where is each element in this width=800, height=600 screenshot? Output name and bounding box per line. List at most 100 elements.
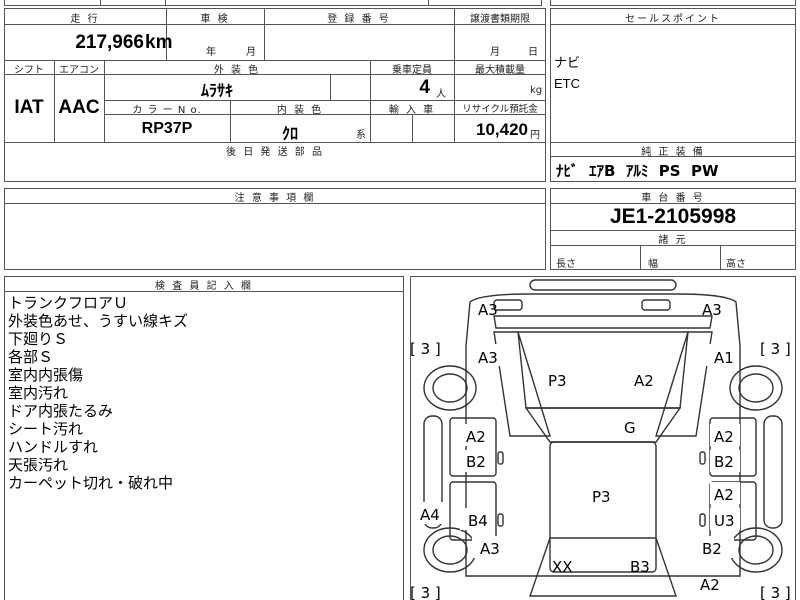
width-label: 幅 <box>648 259 658 270</box>
inspector-note: ドア内張たるみ <box>8 402 114 420</box>
divider <box>264 8 265 60</box>
transfer-month: 月 <box>490 47 500 58</box>
registration-label: 登 録 番 号 <box>327 14 391 25</box>
mileage-value: 217,966 <box>75 32 144 53</box>
chassis-label: 車 台 番 号 <box>641 193 705 204</box>
bracket-right-top: [ 3 ] <box>760 340 791 358</box>
inspector-note: 天張汚れ <box>8 456 69 474</box>
damage-mark-right-rear-door: A2 <box>714 428 734 446</box>
damage-mark-left-step: A4 <box>420 506 440 524</box>
damage-mark-right-front-door-u: U3 <box>714 512 735 530</box>
damage-mark-rear-glass-right: A2 <box>634 372 654 390</box>
inspector-note: 室内内張傷 <box>8 366 84 384</box>
length-label: 長さ <box>556 259 576 270</box>
door-handle <box>497 513 504 527</box>
inspector-note: 各部Ｓ <box>8 348 54 366</box>
roof-outline <box>524 407 682 443</box>
divider <box>165 0 166 6</box>
shift-label: シフト <box>14 65 44 76</box>
chassis-value: JE1-2105998 <box>609 205 737 228</box>
damage-mark-rear-glass-left: P3 <box>548 372 567 390</box>
divider <box>550 203 796 204</box>
rear-trim <box>493 315 713 329</box>
divider <box>370 60 371 100</box>
caution-label: 注 意 事 項 欄 <box>234 193 316 204</box>
divider <box>640 245 641 270</box>
max-load-label: 最大積載量 <box>475 65 525 76</box>
damage-mark-windshield-right: B3 <box>630 558 650 576</box>
inspector-note: 外装色あせ、うすい線キズ <box>8 312 189 330</box>
inspector-note: カーペット切れ・破れ中 <box>8 474 174 492</box>
interior-suffix: 系 <box>356 130 366 141</box>
color-no-value: RP37P <box>141 120 193 137</box>
recycle-unit: 円 <box>530 130 540 141</box>
inspector-note: トランクフロアＵ <box>8 294 129 312</box>
capacity-unit: 人 <box>436 89 446 100</box>
divider <box>720 245 721 270</box>
damage-mark-left-front-fender: A3 <box>480 540 500 558</box>
damage-mark-right-rear-fender: A1 <box>714 349 734 367</box>
divider <box>428 0 429 6</box>
rear-lamp-left <box>493 299 523 311</box>
rear-lamp-right <box>641 299 671 311</box>
wheel-front-left-inner <box>432 535 468 565</box>
mileage-label: 走 行 <box>70 14 100 25</box>
inspector-note: ハンドルすれ <box>8 438 99 456</box>
later-parts-content <box>4 156 546 182</box>
door-handle <box>699 513 706 527</box>
roof-panel <box>549 441 657 573</box>
divider <box>550 156 796 157</box>
max-load-unit: kg <box>530 85 543 96</box>
capacity-label: 乗車定員 <box>392 65 432 76</box>
inspector-label: 検 査 員 記 入 欄 <box>155 281 253 292</box>
divider <box>550 24 796 25</box>
interior-color-label: 内 装 色 <box>276 105 324 116</box>
height-label: 高さ <box>726 259 746 270</box>
inspection-month: 月 <box>246 47 256 58</box>
door-handle <box>497 451 504 465</box>
inspection-year: 年 <box>206 47 216 58</box>
wheel-rear-right-inner <box>738 373 774 403</box>
damage-mark-rear-right: A3 <box>702 301 722 319</box>
capacity-value: 4 <box>419 77 430 98</box>
car-diagram: A3 A3 [ 3 ] [ 3 ] A3 A1 P3 A2 G A2 B2 A2… <box>410 279 791 600</box>
door-handle <box>699 451 706 465</box>
damage-mark-roof-center: P3 <box>592 488 611 506</box>
wheel-rear-left-inner <box>432 373 468 403</box>
bracket-left-top: [ 3 ] <box>410 340 441 358</box>
damage-mark-left-rear-door-b: B2 <box>466 453 486 471</box>
rear-glass <box>517 331 689 409</box>
recycle-label: リサイクル預託金 <box>462 104 538 115</box>
damage-mark-right-rear-door-b: B2 <box>714 453 734 471</box>
exterior-color-value: ﾑﾗｻｷ <box>200 81 233 100</box>
body-outline <box>465 293 741 577</box>
wheel-front-right-inner <box>738 535 774 565</box>
damage-mark-windshield-left: XX <box>552 558 573 576</box>
divider <box>4 203 546 204</box>
divider <box>412 114 413 143</box>
damage-mark-roof: G <box>624 419 636 437</box>
damage-mark-right-front-fender: B2 <box>702 540 722 558</box>
wheel-rear-right <box>729 365 783 411</box>
mileage-unit: km <box>145 32 173 53</box>
sales-point-box <box>550 8 796 143</box>
equipment-value: ﾅﾋﾞ ｴｱB ｱﾙﾐ PS PW <box>556 162 719 180</box>
damage-mark-left-rear-fender: A3 <box>478 349 498 367</box>
divider <box>100 0 101 6</box>
damage-mark-left-rear-door: A2 <box>466 428 486 446</box>
dimensions-label: 諸 元 <box>658 235 688 246</box>
bracket-right-bottom: [ 3 ] <box>760 584 791 600</box>
transfer-day: 日 <box>528 47 538 58</box>
inspector-note: 室内汚れ <box>8 384 69 402</box>
sales-point-label: セールスポイント <box>625 14 721 25</box>
damage-mark-rear-left: A3 <box>478 301 498 319</box>
aircon-value: AAC <box>58 97 100 118</box>
damage-mark-front-right: A2 <box>700 576 720 594</box>
right-step <box>763 415 783 529</box>
damage-mark-right-front-door-a: A2 <box>714 486 734 504</box>
inspection-label: 車 検 <box>200 14 230 25</box>
interior-color-value: ｸﾛ <box>281 124 298 143</box>
inspector-note: 下廻りＳ <box>8 330 69 348</box>
divider <box>550 245 796 246</box>
wheel-rear-left <box>423 365 477 411</box>
